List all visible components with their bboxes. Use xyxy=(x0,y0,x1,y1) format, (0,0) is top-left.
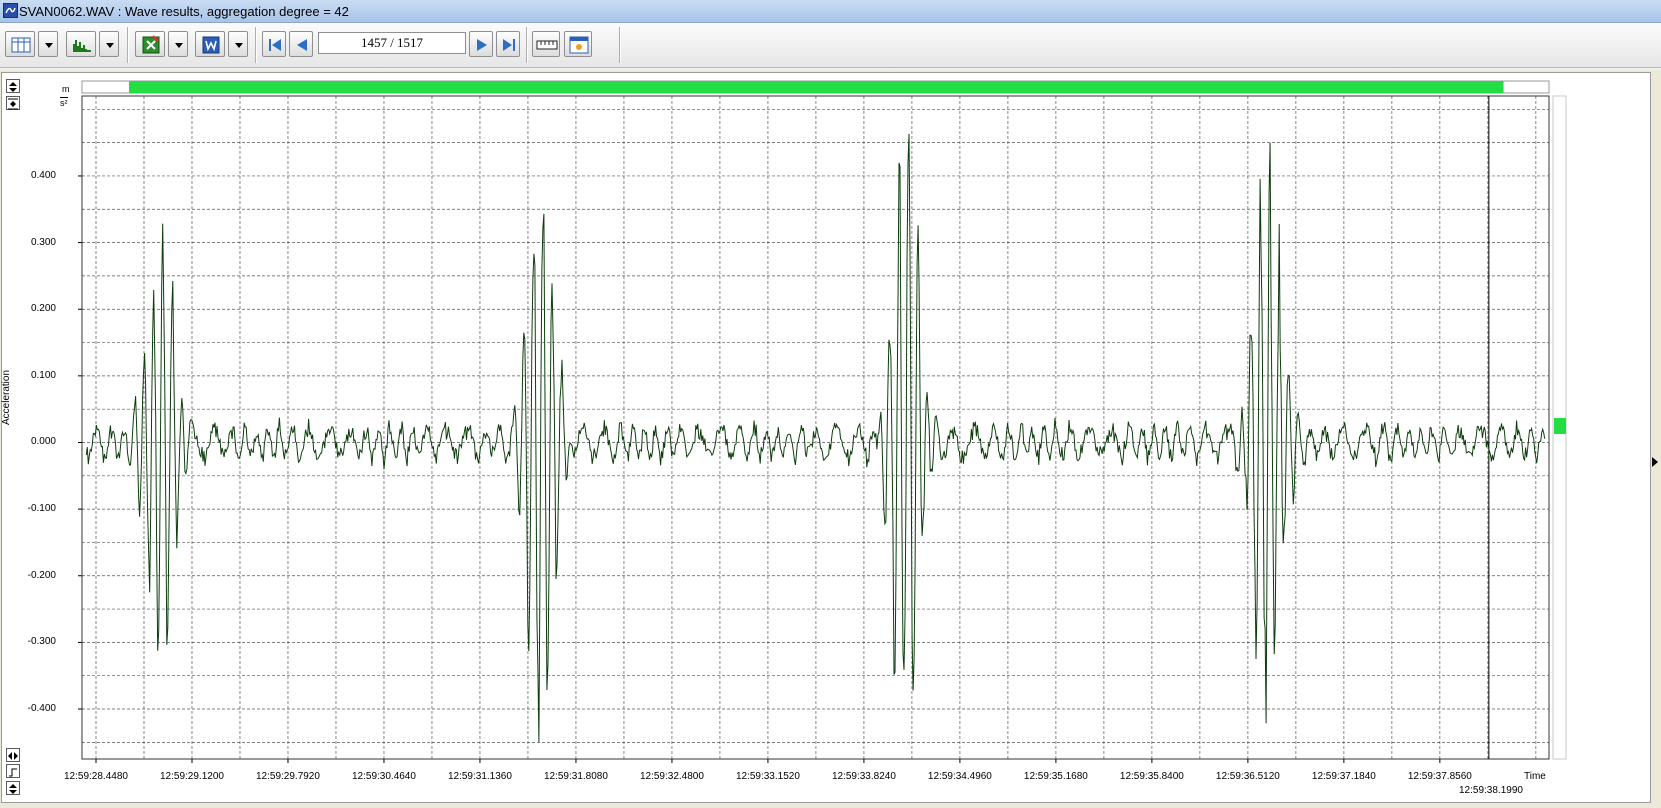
y-tick-label: -0.300 xyxy=(27,636,56,648)
x-tick-label: 12:59:31.8080 xyxy=(543,771,608,782)
zoom-y-button[interactable] xyxy=(6,79,20,93)
x-tick-label: 12:59:29.7920 xyxy=(255,771,320,782)
scroll-y-button[interactable] xyxy=(6,781,20,795)
y-tick-label: 0.300 xyxy=(30,236,56,248)
x-tick-label: 12:59:34.4960 xyxy=(927,771,992,782)
arrows-vertical-icon xyxy=(9,82,17,92)
x-tick-label: 12:59:36.5120 xyxy=(1215,771,1280,782)
y-unit-bottom: s² xyxy=(60,97,68,108)
y-axis-label: Acceleration xyxy=(1,369,12,425)
step-mode-button[interactable] xyxy=(6,764,20,778)
x-axis-label: Time xyxy=(1524,771,1546,782)
x-tick-label: 12:59:35.1680 xyxy=(1023,771,1088,782)
x-tick-label: 12:59:35.8400 xyxy=(1119,771,1184,782)
y-tick-label: -0.200 xyxy=(27,569,56,581)
step-line-icon xyxy=(9,768,17,777)
x-tick-label: 12:59:37.8560 xyxy=(1407,771,1472,782)
x-tick-label: 12:59:32.4800 xyxy=(639,771,704,782)
acceleration-trace xyxy=(85,133,1546,743)
collapse-vertical-icon xyxy=(8,98,18,110)
progress-bar-fill xyxy=(129,81,1504,93)
y-tick-label: 0.200 xyxy=(30,303,56,315)
x-tick-label: 12:59:31.1360 xyxy=(447,771,512,782)
y-unit-top: m xyxy=(62,84,70,94)
x-tick-label: 12:59:28.4480 xyxy=(64,771,128,782)
zoom-x-button[interactable] xyxy=(6,748,20,762)
waveform-chart xyxy=(78,80,1567,763)
y-tick-label: -0.400 xyxy=(27,703,56,715)
y-tick-label: 0.100 xyxy=(30,369,56,381)
arrows-horizontal-icon xyxy=(8,752,18,760)
level-marker[interactable] xyxy=(1554,418,1566,434)
y-tick-label: 0.400 xyxy=(30,169,56,181)
scroll-right-icon[interactable] xyxy=(1652,457,1658,467)
end-time-label: 12:59:38.1990 xyxy=(1459,785,1523,796)
x-tick-label: 12:59:29.1200 xyxy=(160,771,224,782)
x-tick-label: 12:59:30.4640 xyxy=(351,771,416,782)
arrows-vertical-icon xyxy=(9,784,17,794)
fit-y-button[interactable] xyxy=(6,96,20,110)
x-tick-label: 12:59:33.1520 xyxy=(735,771,800,782)
x-tick-label: 12:59:33.8240 xyxy=(831,771,896,782)
grid-lines xyxy=(82,96,1549,759)
plot-frame xyxy=(81,95,1550,760)
y-tick-label: 0.000 xyxy=(30,436,56,448)
x-tick-label: 12:59:37.1840 xyxy=(1311,771,1376,782)
y-tick-label: -0.100 xyxy=(27,503,56,515)
